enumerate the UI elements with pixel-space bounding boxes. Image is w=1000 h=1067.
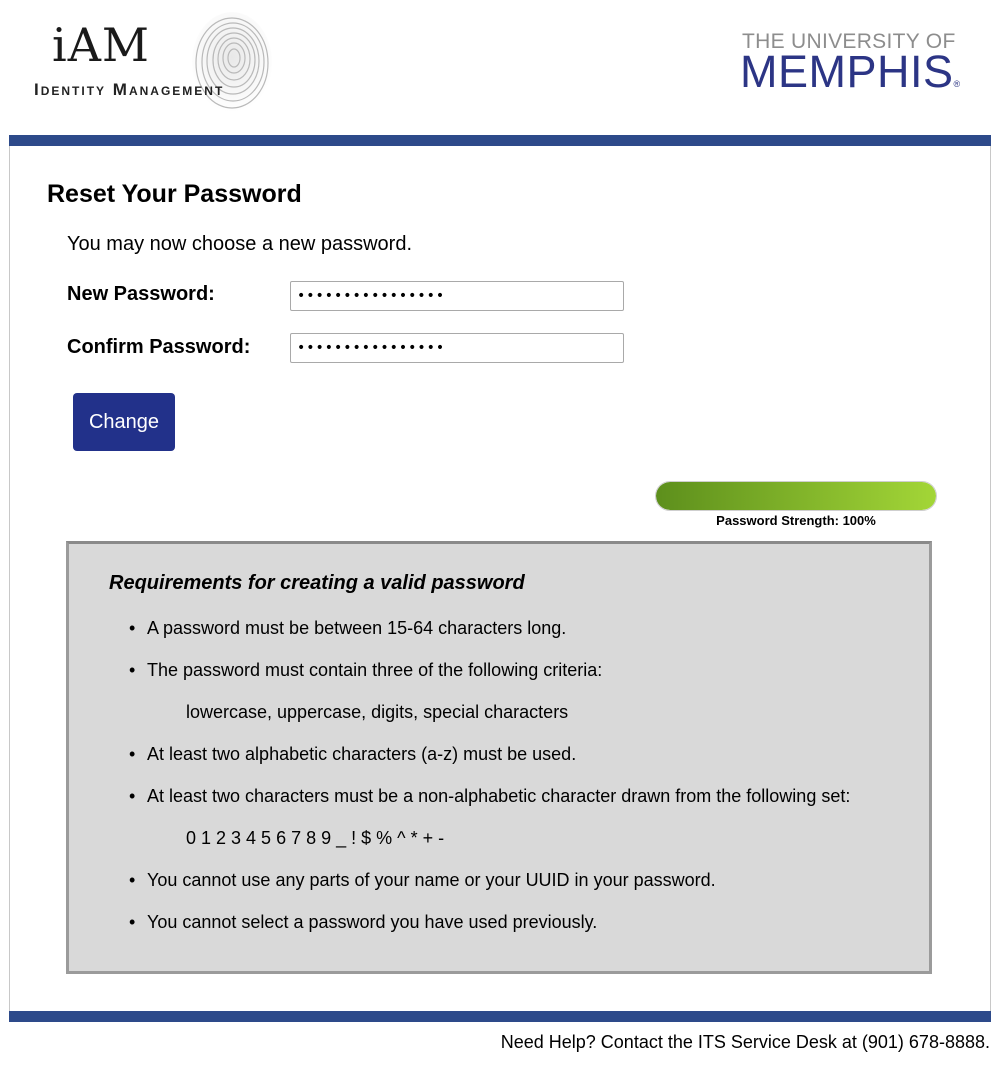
bullet-icon: • [129,912,136,932]
requirement-text: A password must be between 15-64 charact… [147,618,567,638]
confirm-password-label: Confirm Password: [67,336,251,358]
requirement-text: You cannot use any parts of your name or… [147,870,716,890]
requirement-subtext: 0 1 2 3 4 5 6 7 8 9 _ ! $ % ^ * + - [186,828,445,848]
requirement-item: • At least two characters must be a non-a… [129,786,850,807]
requirement-item: • The password must contain three of the … [129,660,602,681]
requirement-item: • At least two alphabetic characters (a-z… [129,744,576,765]
new-password-label: New Password: [67,283,215,305]
bullet-icon: • [129,618,136,638]
requirement-text: At least two alphabetic characters (a-z)… [147,744,577,764]
intro-text: You may now choose a new password. [67,233,413,255]
university-logo-line2: MEMPHIS® [740,48,961,95]
password-strength-meter: Password Strength: 100% [655,481,937,528]
requirement-item: • You cannot use any parts of your name o… [129,870,716,891]
bullet-icon: • [129,786,136,806]
page-title: Reset Your Password [47,180,302,208]
requirement-subtext: lowercase, uppercase, digits, special ch… [186,702,569,722]
bullet-icon: • [129,660,136,680]
top-brand-bar [9,135,991,146]
requirement-text: You cannot select a password you have us… [147,912,598,932]
strength-bar-fill [656,482,936,510]
new-password-input[interactable] [290,281,624,311]
requirement-text: At least two characters must be a non-al… [147,786,851,806]
strength-label: Password Strength: 100% [716,513,876,528]
requirement-item: • A password must be between 15-64 charac… [129,618,566,639]
change-button[interactable]: Change [73,393,175,451]
bullet-icon: • [129,870,136,890]
bullet-icon: • [129,744,136,764]
university-logo-wordmark: MEMPHIS [740,46,954,97]
iam-logo-title: iAM [52,18,151,72]
requirement-item: • You cannot select a password you have u… [129,912,597,933]
requirements-panel: Requirements for creating a valid passwo… [66,541,932,974]
registered-mark: ® [953,79,961,89]
page-header: iAM Identity Management THE UNIVERSITY O… [0,0,1000,134]
university-of-memphis-logo: THE UNIVERSITY OF MEMPHIS® [740,28,970,98]
help-footer: Need Help? Contact the ITS Service Desk … [500,1032,990,1052]
iam-logo: iAM Identity Management [30,8,300,118]
requirements-title: Requirements for creating a valid passwo… [109,572,525,594]
iam-logo-subtitle: Identity Management [34,80,225,99]
requirement-text: The password must contain three of the f… [147,660,603,680]
bottom-brand-bar [9,1011,991,1022]
confirm-password-input[interactable] [290,333,624,363]
strength-bar-track [655,481,937,511]
